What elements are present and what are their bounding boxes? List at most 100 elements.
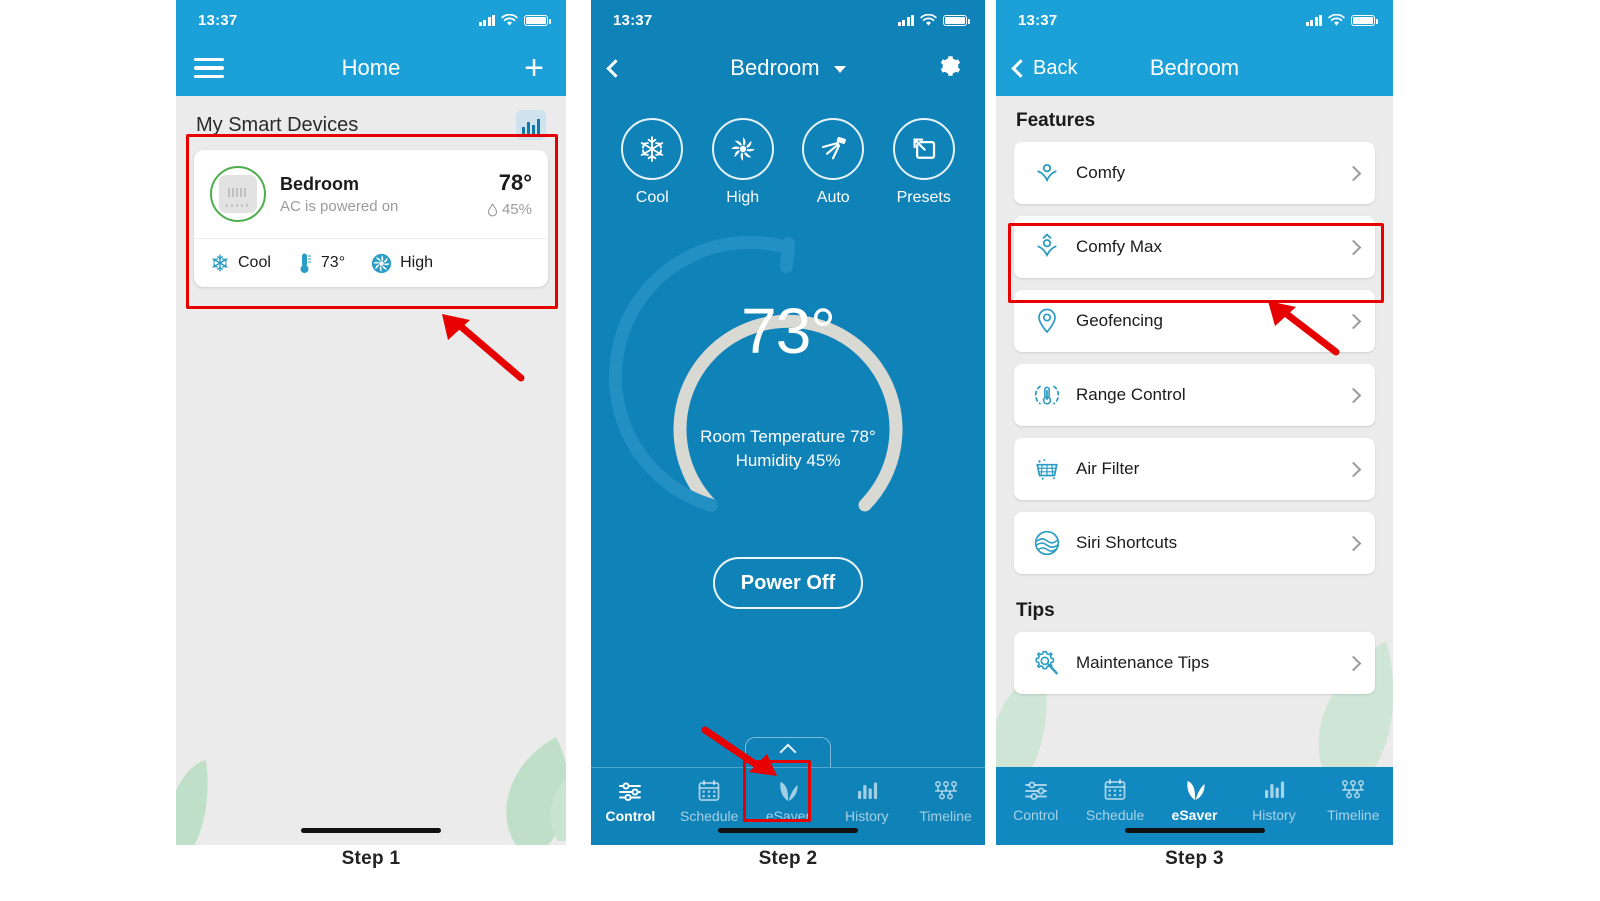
feature-row-maintenance-tips[interactable]: Maintenance Tips (1014, 632, 1375, 694)
temperature-dial[interactable]: 73° Room Temperature 78° Humidity 45% (591, 221, 985, 551)
tab-timeline-label: Timeline (919, 808, 972, 824)
mode-fan-button[interactable]: High (704, 118, 782, 207)
back-button[interactable]: Back (1011, 57, 1077, 80)
tab-schedule[interactable]: Schedule (1075, 777, 1154, 823)
status-bar: 13:37 (176, 0, 566, 40)
bar-chart-icon (1264, 781, 1285, 798)
mode-buttons-row: Cool High Auto Presets (591, 96, 985, 207)
feature-row-comfy-max[interactable]: Comfy Max (1014, 216, 1375, 278)
settings-button[interactable] (937, 53, 963, 84)
feature-label: Siri Shortcuts (1076, 533, 1178, 552)
caret-down-icon (833, 65, 846, 73)
water-drop-icon (487, 202, 498, 216)
step3-caption: Step 3 (1165, 848, 1224, 869)
tab-control-label: Control (1013, 807, 1059, 823)
tab-control[interactable]: Control (591, 778, 670, 824)
chevron-right-icon (1345, 387, 1362, 403)
leaf-watermark (176, 737, 566, 845)
tab-history[interactable]: History (827, 778, 906, 824)
section-title-tips: Tips (1016, 600, 1055, 621)
chevron-right-icon (1345, 313, 1362, 329)
feature-label: Range Control (1076, 385, 1186, 404)
device-fan-label: High (400, 254, 434, 271)
add-device-button[interactable]: + (524, 51, 544, 85)
calendar-icon (1104, 778, 1126, 800)
feature-row-siri-shortcuts[interactable]: Siri Shortcuts (1014, 512, 1375, 574)
battery-icon (1351, 14, 1378, 26)
step3-header: 13:37 Back Bedroom (996, 0, 1393, 96)
mode-fan-label: High (726, 189, 760, 206)
bar-chart-icon (857, 782, 877, 799)
feature-label: Comfy Max (1076, 237, 1162, 256)
timeline-icon (1342, 779, 1365, 799)
mode-cool-button[interactable]: Cool (613, 118, 691, 207)
step1-device-card[interactable]: Bedroom AC is powered on 78° 45% Cool 73… (194, 150, 548, 287)
device-status-ring (210, 166, 266, 222)
battery-icon (943, 14, 970, 26)
feature-label: Maintenance Tips (1076, 653, 1210, 672)
device-name: Bedroom (280, 173, 360, 194)
drawer-pull-tab[interactable] (745, 737, 831, 767)
step1-pointer-arrow (442, 314, 525, 382)
air-filter-grid-icon (1030, 456, 1064, 482)
mode-presets-label: Presets (896, 189, 951, 206)
tab-history-label: History (845, 808, 889, 824)
leaf-icon (1186, 781, 1205, 800)
sliders-icon (1024, 781, 1047, 801)
chevron-left-icon (606, 58, 625, 78)
chevron-right-icon (1345, 461, 1362, 477)
comfy-person-icon (1030, 160, 1064, 186)
signal-bars-icon (897, 14, 914, 26)
mode-presets-circle (892, 118, 955, 180)
feature-row-air-filter[interactable]: Air Filter (1014, 438, 1375, 500)
tab-control[interactable]: Control (996, 777, 1075, 823)
back-button[interactable] (606, 58, 625, 78)
step3-tab-bar: Control Schedule eSaver History Timeline (996, 767, 1393, 845)
chevron-right-icon (1345, 239, 1362, 255)
section-title: My Smart Devices (196, 113, 359, 136)
presets-icon (913, 138, 935, 159)
feature-label: Comfy (1076, 163, 1126, 182)
feature-row-range-control[interactable]: Range Control (1014, 364, 1375, 426)
wifi-icon (501, 13, 518, 26)
chevron-left-icon (1011, 58, 1030, 78)
home-indicator (301, 828, 441, 833)
device-mode-chip[interactable]: Cool (210, 253, 271, 273)
power-off-button[interactable]: Power Off (713, 557, 863, 609)
status-bar: 13:37 (591, 0, 985, 40)
mode-cool-label: Cool (635, 189, 669, 206)
room-selector[interactable]: Bedroom (591, 55, 985, 81)
device-fan-chip[interactable]: High (371, 253, 433, 274)
bar-chart-icon[interactable] (516, 110, 546, 140)
tab-esaver[interactable]: eSaver (1155, 777, 1234, 823)
feature-label: Geofencing (1076, 311, 1163, 330)
mode-presets-button[interactable]: Presets (885, 118, 963, 207)
device-temperature: 78° (498, 170, 532, 195)
mode-auto-button[interactable]: Auto (794, 118, 872, 207)
tab-history[interactable]: History (1234, 777, 1313, 823)
signal-bars-icon (1305, 14, 1322, 26)
hamburger-menu-icon[interactable] (194, 58, 224, 78)
tab-esaver[interactable]: eSaver (749, 778, 828, 824)
tab-timeline-label: Timeline (1327, 807, 1380, 823)
device-settemp-label: 73° (320, 254, 346, 271)
my-smart-devices-header: My Smart Devices (176, 96, 566, 150)
tutorial-screenshot: 13:37 Home + My Smart Devices Bedroom AC… (0, 0, 1600, 901)
timeline-icon (934, 780, 957, 800)
swing-icon (822, 136, 847, 160)
feature-row-comfy[interactable]: Comfy (1014, 142, 1375, 204)
page-title: Home (341, 55, 401, 80)
device-status-text: AC is powered on (280, 197, 399, 215)
tab-schedule[interactable]: Schedule (670, 778, 749, 824)
step2-nav-bar: Bedroom (591, 40, 985, 96)
device-settemp-chip[interactable]: 73° (297, 252, 345, 274)
feature-row-geofencing[interactable]: Geofencing (1014, 290, 1375, 352)
tab-timeline[interactable]: Timeline (1314, 777, 1393, 823)
tab-timeline[interactable]: Timeline (906, 778, 985, 824)
room-title: Bedroom (730, 55, 820, 80)
tab-schedule-label: Schedule (1085, 807, 1145, 823)
humidity-value: 45% (501, 201, 532, 218)
mode-auto-circle (802, 118, 865, 180)
mode-fan-circle (711, 118, 774, 180)
device-card-bottom: Cool 73° High (194, 238, 548, 287)
